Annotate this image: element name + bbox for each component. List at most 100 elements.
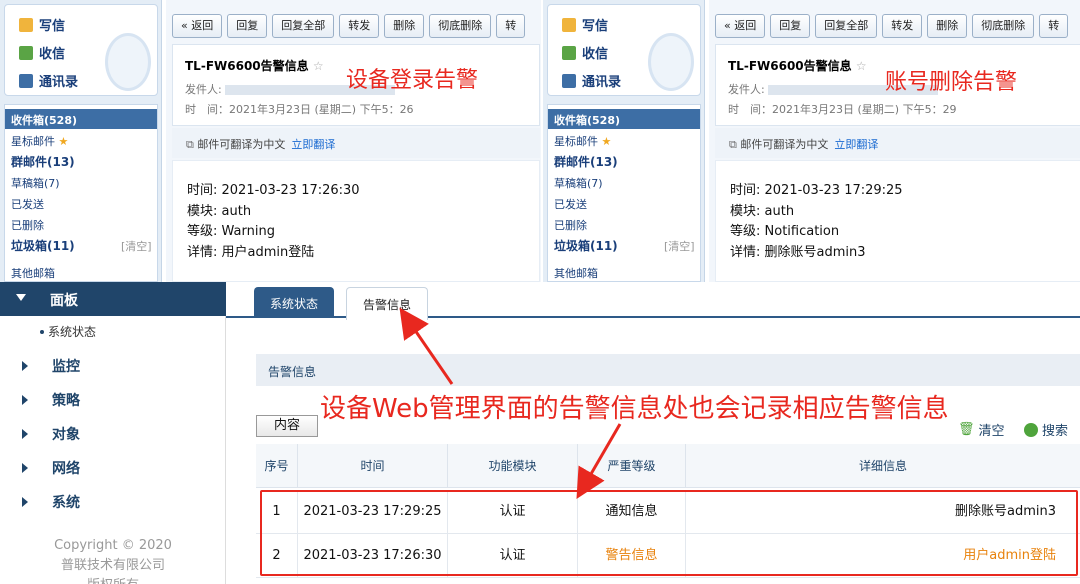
mail-toolbar: « 返回 回复 回复全部 转发 删除 彻底删除 转 [172,14,526,38]
translate-bar: ⧉ 邮件可翻译为中文 立即翻译 [715,128,1080,158]
admin-sidebar: 面板 系统状态 监控 策略 对象 网络 系统 Copyright © 2020 … [0,282,226,584]
body-line-level: 等级: Notification [730,224,840,239]
folder-spam[interactable]: 垃圾箱(11) [554,237,618,254]
clear-button[interactable]: 🗑 清空 [958,420,1005,439]
folder-starred[interactable]: 星标邮件 ★ [554,133,611,149]
contacts-icon [562,73,576,88]
mail-panel-login: 写信 收信 通讯录 收件箱(528) 星标邮件 ★ 群邮件(13) 草稿箱(7)… [0,0,541,282]
body-line-level: 等级: Warning [187,224,275,239]
clear-spam-link[interactable]: [清空] [121,238,152,254]
compose-icon [562,17,576,32]
reply-all-button[interactable]: 回复全部 [272,14,335,38]
delete-permanent-button[interactable]: 彻底删除 [972,14,1035,38]
col-header-module: 功能模块 [448,444,578,488]
mail-time: 时 间：2021年3月23日 (星期二) 下午5：26 [185,103,414,116]
tab-system-status[interactable]: 系统状态 [254,287,335,318]
annotation-login-alert: 设备登录告警 [346,68,479,93]
caret-right-icon [22,429,28,439]
star-outline-icon[interactable]: ☆ [856,59,867,73]
contacts-button[interactable]: 通讯录 [562,71,621,90]
inbox-icon [19,45,33,60]
mail-time: 时 间：2021年3月23日 (星期二) 下午5：29 [728,103,957,116]
folder-sent[interactable]: 已发送 [11,196,44,212]
forward-button[interactable]: 转发 [339,14,380,38]
caret-right-icon [22,361,28,371]
caret-right-icon [22,463,28,473]
folder-group[interactable]: 群邮件(13) [554,153,618,170]
delete-button[interactable]: 删除 [927,14,968,38]
section-title: 告警信息 [256,354,1080,386]
delete-button[interactable]: 删除 [384,14,425,38]
menu-monitor[interactable]: 监控 [0,348,226,382]
menu-system[interactable]: 系统 [0,484,226,518]
reply-button[interactable]: 回复 [770,14,811,38]
mail-sidebar: 写信 收信 通讯录 收件箱(528) 星标邮件 ★ 群邮件(13) 草稿箱(7)… [543,0,705,282]
back-button[interactable]: « 返回 [172,14,223,38]
inbox-button[interactable]: 收信 [19,43,65,62]
tab-alarm-info[interactable]: 告警信息 [346,287,429,320]
col-header-level: 严重等级 [578,444,686,488]
folder-group[interactable]: 群邮件(13) [11,153,75,170]
folder-starred[interactable]: 星标邮件 ★ [11,133,68,149]
reply-button[interactable]: 回复 [227,14,268,38]
star-icon: ★ [58,135,69,148]
search-button[interactable]: 搜索 [1024,420,1068,439]
body-line-module: 模块: auth [730,203,795,219]
mail-subject: TL-FW6600告警信息 ☆ [728,59,867,73]
delete-permanent-button[interactable]: 彻底删除 [429,14,492,38]
clear-spam-link[interactable]: [清空] [664,238,695,254]
menu-panel[interactable]: 面板 [0,282,226,316]
menu-policy[interactable]: 策略 [0,382,226,416]
mail-subject: TL-FW6600告警信息 ☆ [185,59,324,73]
translate-link[interactable]: 立即翻译 [834,138,878,151]
body-line-detail: 详情: 用户admin登陆 [187,244,315,260]
body-line-module: 模块: auth [187,203,252,219]
copyright: Copyright © 2020 普联技术有限公司 版权所有 [54,538,172,584]
search-icon [1024,422,1038,437]
mail-reader: « 返回 回复 回复全部 转发 删除 彻底删除 转 TL-FW6600告警信息 … [709,0,1080,282]
compose-button[interactable]: 写信 [562,15,608,34]
back-button[interactable]: « 返回 [715,14,766,38]
menu-network[interactable]: 网络 [0,450,226,484]
annotation-delete-alert: 账号删除告警 [885,70,1018,95]
folder-deleted[interactable]: 已删除 [11,217,44,233]
mail-reader: « 返回 回复 回复全部 转发 删除 彻底删除 转 TL-FW6600告警信息 … [166,0,541,282]
folder-inbox[interactable]: 收件箱(528) [548,109,700,129]
mail-functions: 写信 收信 通讯录 [547,4,701,96]
caret-right-icon [22,395,28,405]
folder-drafts[interactable]: 草稿箱(7) [11,175,60,191]
forward-button[interactable]: 转发 [882,14,923,38]
folder-other[interactable]: 其他邮箱 [554,265,598,281]
folder-deleted[interactable]: 已删除 [554,217,587,233]
contacts-button[interactable]: 通讯录 [19,71,78,90]
more-button[interactable]: 转 [496,14,526,38]
compose-button[interactable]: 写信 [19,15,65,34]
folder-list: 收件箱(528) 星标邮件 ★ 群邮件(13) 草稿箱(7) 已发送 已删除 垃… [4,104,158,282]
inbox-button[interactable]: 收信 [562,43,608,62]
col-header-detail: 详细信息 [686,444,1080,488]
folder-other[interactable]: 其他邮箱 [11,265,55,281]
star-icon: ★ [601,135,612,148]
penguin-logo [648,33,694,91]
content-button[interactable]: 内容 [256,415,318,437]
reply-all-button[interactable]: 回复全部 [815,14,878,38]
contacts-icon [19,73,33,88]
mail-panel-delete: 写信 收信 通讯录 收件箱(528) 星标邮件 ★ 群邮件(13) 草稿箱(7)… [543,0,1080,282]
folder-sent[interactable]: 已发送 [554,196,587,212]
mail-sidebar: 写信 收信 通讯录 收件箱(528) 星标邮件 ★ 群邮件(13) 草稿箱(7)… [0,0,162,282]
annotation-web-alert: 设备Web管理界面的告警信息处也会记录相应告警信息 [320,394,949,424]
body-line-time: 时间: 2021-03-23 17:26:30 [187,183,360,198]
translate-bar: ⧉ 邮件可翻译为中文 立即翻译 [172,128,540,158]
menu-object[interactable]: 对象 [0,416,226,450]
col-header-no: 序号 [256,444,298,488]
translate-link[interactable]: 立即翻译 [291,138,335,151]
tab-bar: 系统状态 告警信息 [226,282,1080,320]
translate-icon: ⧉ [186,138,194,151]
folder-drafts[interactable]: 草稿箱(7) [554,175,603,191]
star-outline-icon[interactable]: ☆ [313,59,324,73]
col-header-time: 时间 [298,444,448,488]
more-button[interactable]: 转 [1039,14,1069,38]
folder-inbox[interactable]: 收件箱(528) [5,109,157,129]
submenu-system-status[interactable]: 系统状态 [0,316,226,344]
folder-spam[interactable]: 垃圾箱(11) [11,237,75,254]
